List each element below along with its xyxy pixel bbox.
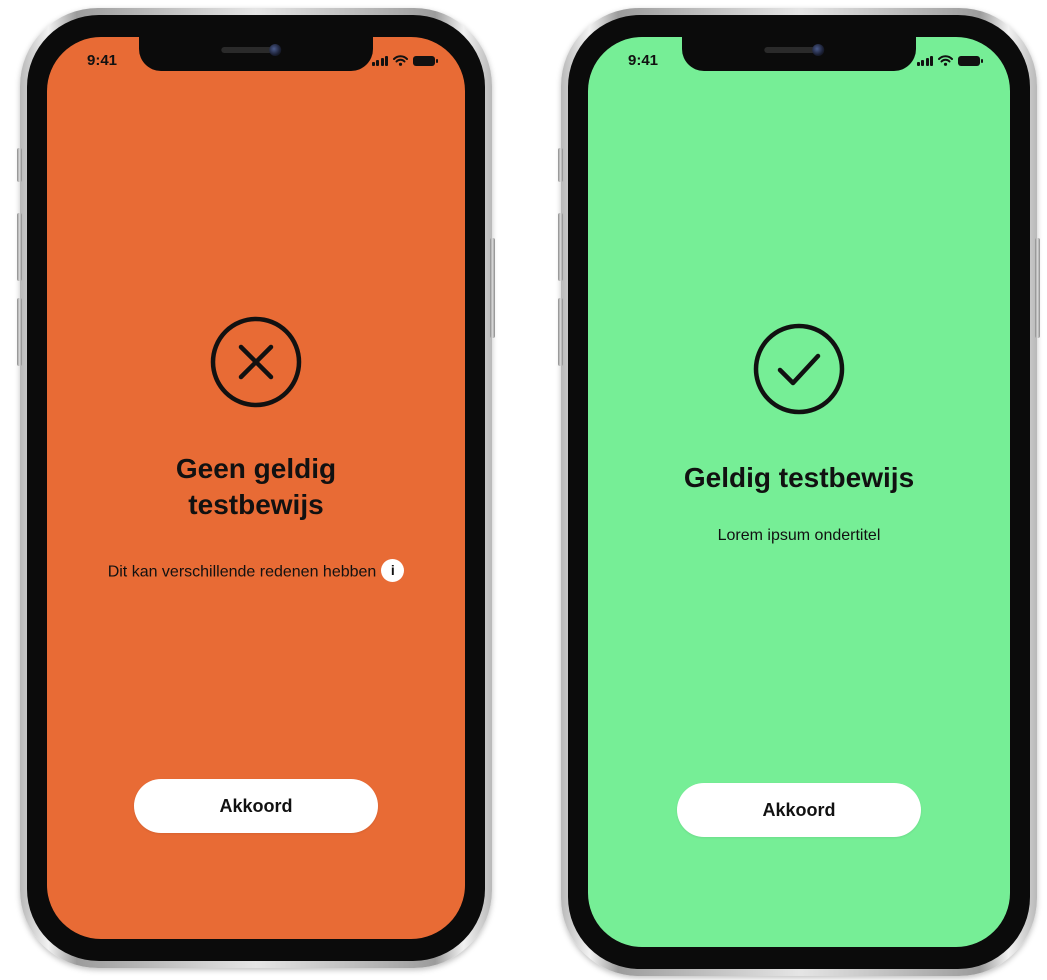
result-subtitle: Dit kan verschillende redenen hebben [107, 563, 377, 581]
notch [139, 37, 373, 71]
akkoord-button[interactable]: Akkoord [677, 783, 921, 837]
status-time: 9:41 [628, 52, 659, 69]
status-icons [916, 55, 983, 66]
volume-down-button [558, 298, 563, 366]
valid-result-screen: 9:41 Geldig testbewijs Lorem ipsum onder… [588, 37, 1010, 947]
comparison-stage: 9:41 Geen geldig testbewijs Dit kan vers… [0, 0, 1047, 980]
status-time: 9:41 [87, 52, 118, 69]
akkoord-button[interactable]: Akkoord [134, 779, 378, 833]
volume-up-button [558, 213, 563, 281]
invalid-result-screen: 9:41 Geen geldig testbewijs Dit kan vers… [47, 37, 465, 939]
result-subtitle-row: Dit kan verschillende redenen hebben i [47, 559, 465, 584]
wifi-icon [938, 55, 953, 66]
mute-switch [17, 148, 22, 182]
front-camera [269, 44, 282, 56]
power-button [1035, 238, 1040, 338]
signal-icon [371, 55, 388, 66]
battery-icon [958, 55, 983, 66]
wifi-icon [393, 55, 408, 66]
volume-up-button [17, 213, 22, 281]
circle-x-icon [210, 316, 302, 408]
notch [682, 37, 916, 71]
result-title: Geen geldig testbewijs [175, 453, 337, 520]
status-icons [371, 55, 438, 66]
signal-icon [916, 55, 933, 66]
phone-bezel: 9:41 Geldig testbewijs Lorem ipsum onder… [568, 15, 1030, 969]
front-camera [812, 44, 825, 56]
result-title: Geldig testbewijs [683, 462, 915, 493]
phone-frame-valid: 9:41 Geldig testbewijs Lorem ipsum onder… [558, 8, 1040, 976]
mute-switch [558, 148, 563, 182]
phone-bezel: 9:41 Geen geldig testbewijs Dit kan vers… [27, 15, 485, 961]
result-subtitle: Lorem ipsum ondertitel [717, 527, 881, 544]
phone-frame-invalid: 9:41 Geen geldig testbewijs Dit kan vers… [17, 8, 495, 968]
info-icon[interactable]: i [381, 559, 405, 582]
battery-icon [413, 55, 438, 66]
power-button [490, 238, 495, 338]
circle-check-icon [753, 323, 845, 415]
volume-down-button [17, 298, 22, 366]
